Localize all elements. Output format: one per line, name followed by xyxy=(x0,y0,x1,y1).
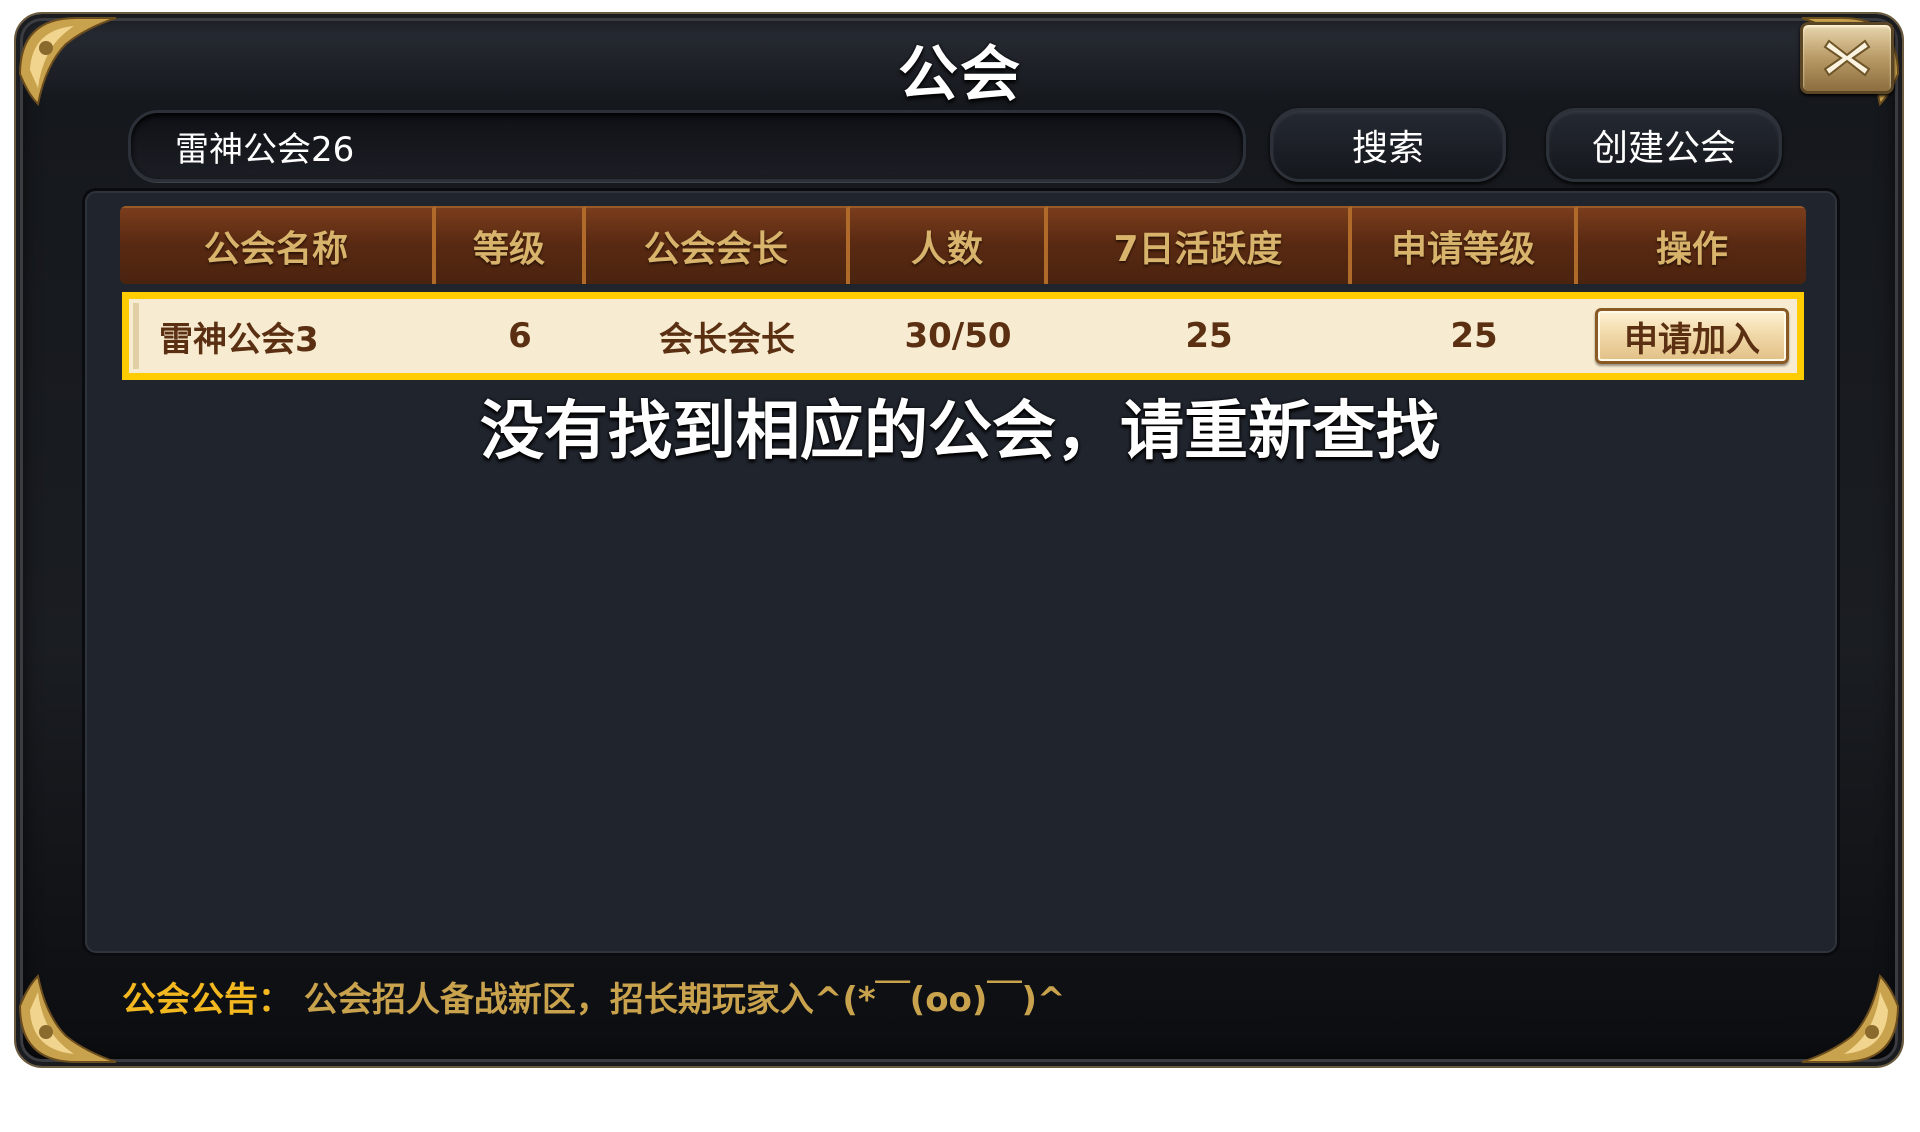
column-header-name: 公会名称 xyxy=(120,206,436,284)
no-results-message: 没有找到相应的公会，请重新查找 xyxy=(480,395,1440,469)
search-input[interactable] xyxy=(175,126,1243,166)
guild-level: 6 xyxy=(508,316,532,356)
action-cell: 申请加入 xyxy=(1587,299,1797,373)
column-header-leader: 公会会长 xyxy=(586,206,850,284)
row-edge xyxy=(133,303,139,369)
notice-label: 公会公告： xyxy=(122,980,292,1020)
guild-members: 30/50 xyxy=(904,316,1012,356)
column-header-apply-level: 申请等级 xyxy=(1352,206,1578,284)
guild-notice: 公会公告： 公会招人备战新区，招长期玩家入^(*￣(oo)￣)^ xyxy=(122,972,1065,1021)
close-icon xyxy=(1823,39,1871,77)
dialog-title: 公会 xyxy=(898,40,1022,110)
create-guild-button[interactable]: 创建公会 xyxy=(1546,108,1782,182)
search-button[interactable]: 搜索 xyxy=(1270,108,1506,182)
search-field[interactable] xyxy=(128,110,1246,182)
guild-apply-level: 25 xyxy=(1450,316,1498,356)
table-row[interactable]: 雷神公会3 6 会长会长 30/50 25 25 申请加入 xyxy=(122,292,1804,380)
guild-activity: 25 xyxy=(1185,316,1233,356)
column-header-activity: 7日活跃度 xyxy=(1048,206,1352,284)
guild-leader: 会长会长 xyxy=(659,319,795,360)
column-header-members: 人数 xyxy=(850,206,1048,284)
column-header-action: 操作 xyxy=(1578,206,1806,284)
table-header: 公会名称 等级 公会会长 人数 7日活跃度 申请等级 操作 xyxy=(120,206,1806,284)
column-header-level: 等级 xyxy=(436,206,586,284)
guild-name: 雷神公会3 xyxy=(159,319,319,360)
notice-text: 公会招人备战新区，招长期玩家入^(*￣(oo)￣)^ xyxy=(303,980,1066,1020)
close-button[interactable] xyxy=(1800,22,1894,94)
apply-join-button[interactable]: 申请加入 xyxy=(1595,308,1789,364)
